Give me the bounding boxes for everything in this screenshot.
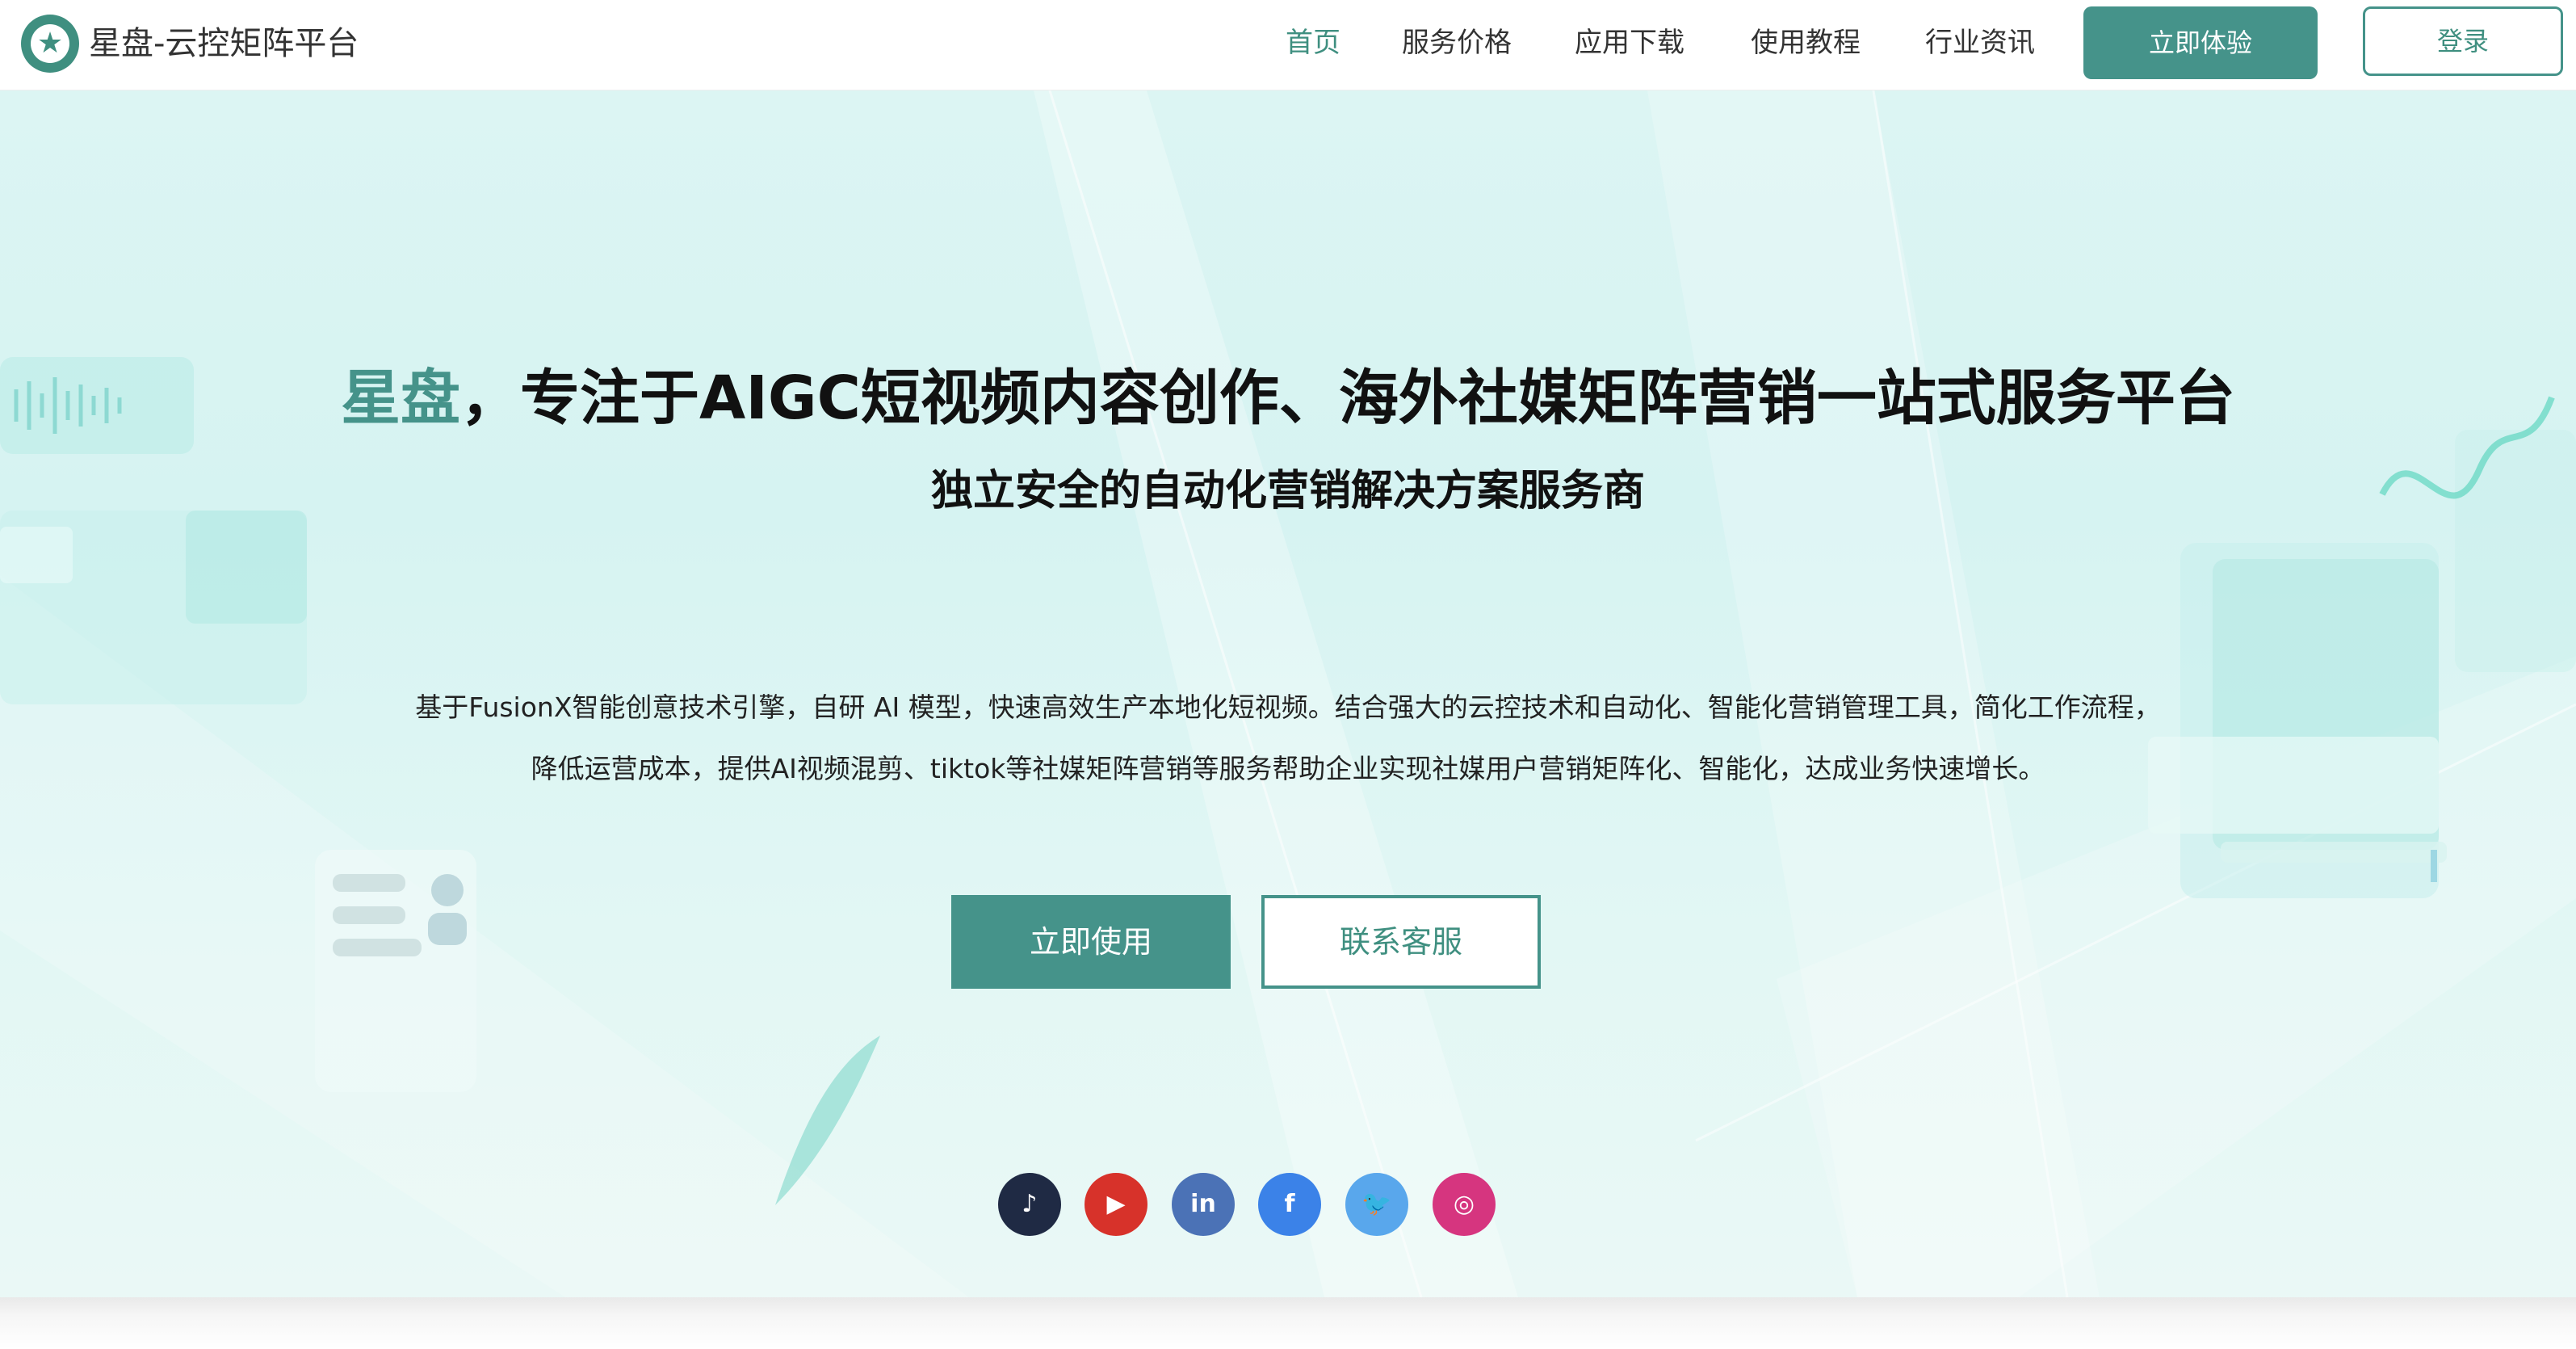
youtube-icon[interactable]: ▶ [1085, 1173, 1147, 1236]
login-button[interactable]: 登录 [2363, 6, 2563, 76]
tiktok-icon[interactable]: ♪ [998, 1173, 1061, 1236]
hero-headline: 星盘，专注于AIGC短视频内容创作、海外社媒矩阵营销一站式服务平台 [0, 354, 2576, 443]
headline-brand: 星盘 [341, 364, 461, 433]
hero-subheadline: 独立安全的自动化营销解决方案服务商 [930, 467, 1645, 515]
contact-support-button[interactable]: 联系客服 [1261, 895, 1541, 989]
headline-text: ，专注于AIGC短视频内容创作、海外社媒矩阵营销一站式服务平台 [460, 364, 2235, 433]
try-now-button[interactable]: 立即体验 [2083, 6, 2318, 79]
nav-download[interactable]: 应用下载 [1575, 23, 1684, 63]
section-divider-shadow [0, 1297, 2576, 1349]
twitter-icon[interactable]: 🐦 [1345, 1173, 1408, 1236]
hero-section: 星盘，专注于AIGC短视频内容创作、海外社媒矩阵营销一站式服务平台 独立安全的自… [0, 90, 2576, 1297]
nav-tutorial[interactable]: 使用教程 [1751, 23, 1861, 63]
star-icon: ★ [36, 27, 64, 60]
site-title[interactable]: 星盘-云控矩阵平台 [89, 21, 359, 66]
nav-pricing[interactable]: 服务价格 [1402, 23, 1512, 63]
top-navbar: ★ 星盘-云控矩阵平台 首页 服务价格 应用下载 使用教程 行业资讯 立即体验 … [0, 0, 2576, 90]
hero-description-line-2: 降低运营成本，提供AI视频混剪、tiktok等社媒矩阵营销等服务帮助企业实现社媒… [531, 753, 2045, 784]
use-now-button[interactable]: 立即使用 [951, 895, 1231, 989]
instagram-icon[interactable]: ◎ [1433, 1173, 1496, 1236]
hero-description-line-1: 基于FusionX智能创意技术引擎，自研 AI 模型，快速高效生产本地化短视频。… [415, 691, 2161, 723]
nav-news[interactable]: 行业资讯 [1925, 23, 2035, 63]
facebook-icon[interactable]: f [1258, 1173, 1321, 1236]
logo-star-icon[interactable]: ★ [21, 15, 79, 73]
nav-home[interactable]: 首页 [1286, 23, 1340, 63]
linkedin-icon[interactable]: in [1172, 1173, 1235, 1236]
